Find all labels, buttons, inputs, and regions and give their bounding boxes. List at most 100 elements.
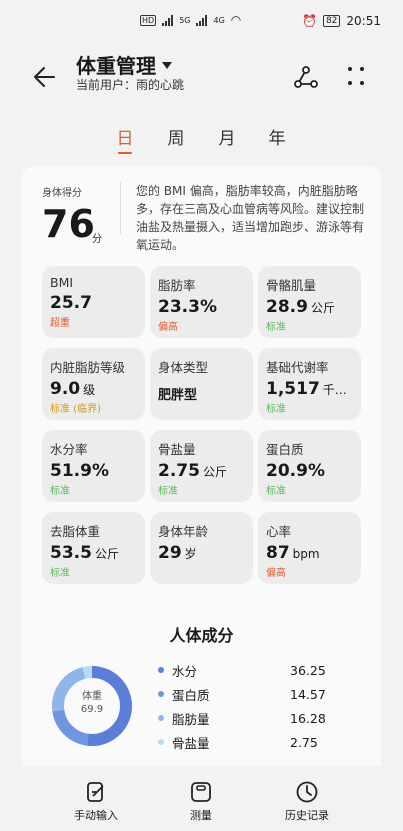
clock-time: 20:51: [346, 14, 381, 28]
metric-card-bmi[interactable]: BMI 25.7 超重: [42, 266, 145, 338]
metric-card-body-age[interactable]: 身体年龄 29 岁: [150, 512, 253, 584]
tab-week-label: 周: [167, 129, 185, 149]
legend-dot: [158, 715, 164, 721]
metric-status: 标准: [50, 568, 70, 579]
current-user: 当前用户：雨的心跳: [76, 78, 185, 92]
metric-card-protein[interactable]: 蛋白质 20.9% 标准: [258, 430, 361, 502]
metric-card-body-type[interactable]: 身体类型 肥胖型: [150, 348, 253, 420]
metric-value: 25.7: [50, 293, 92, 313]
tab-year-label: 年: [268, 129, 286, 149]
legend-name: 水分: [172, 663, 198, 679]
tab-month-label: 月: [218, 129, 236, 149]
metric-status: 标准: [266, 404, 286, 415]
metric-value: 87 bpm: [266, 543, 320, 563]
metric-label: 身体类型: [158, 360, 209, 375]
metric-value: 20.9%: [266, 461, 325, 481]
arrow-left-icon: [34, 67, 55, 87]
status-right: ⏰ 82 20:51: [302, 14, 381, 28]
metric-card-bmr[interactable]: 基础代谢率 1,517 千… 标准: [258, 348, 361, 420]
chevron-down-icon: [162, 62, 172, 69]
metric-value: 53.5 公斤: [50, 543, 119, 563]
legend-name: 蛋白质: [172, 687, 210, 703]
donut-center-title: 体重: [82, 691, 102, 702]
metric-card-visceral-fat[interactable]: 内脏脂肪等级 9.0 级 标准 (临界): [42, 348, 145, 420]
legend-dot: [158, 691, 164, 697]
score-unit: 分: [92, 234, 102, 245]
divider: [120, 182, 121, 234]
metric-status: 标准: [158, 486, 178, 497]
metric-label: 骨骼肌量: [266, 278, 317, 293]
metric-label: 骨盐量: [158, 442, 196, 457]
status-bar: HD 5G 4G ◠ ⏰ 82 20:51: [0, 0, 403, 40]
legend-item: 骨盐量 2.75: [158, 732, 358, 752]
legend-item: 蛋白质 14.57: [158, 684, 358, 704]
legend-dot: [158, 739, 164, 745]
tab-day[interactable]: 日: [110, 124, 140, 154]
metric-label: 内脏脂肪等级: [50, 360, 126, 375]
donut-center-label: 体重 69.9: [50, 690, 134, 716]
more-icon: [348, 67, 364, 85]
legend-name: 脂肪量: [172, 711, 210, 727]
metric-status: 标准 (临界): [50, 404, 101, 415]
metric-value: 29 岁: [158, 543, 197, 563]
legend-item: 脂肪量 16.28: [158, 708, 358, 728]
report-panel: 身体得分 76 分 您的 BMI 偏高，脂肪率较高，内脏脂肪略多，存在三高及心血…: [22, 166, 381, 766]
metric-status: 偏高: [266, 568, 286, 579]
metric-status: 标准: [50, 486, 70, 497]
metric-card-bone-mass[interactable]: 骨盐量 2.75 公斤 标准: [150, 430, 253, 502]
more-button[interactable]: [344, 64, 368, 88]
metric-value: 51.9%: [50, 461, 109, 481]
signal-icon: [162, 14, 174, 26]
metric-value: 2.75 公斤: [158, 461, 227, 481]
clock-icon: [296, 781, 318, 803]
measure-button[interactable]: 测量: [166, 780, 236, 823]
metric-label: 去脂体重: [50, 524, 101, 539]
manual-input-button[interactable]: 手动输入: [61, 780, 131, 823]
page-title-dropdown[interactable]: 体重管理: [76, 50, 172, 79]
tab-indicator: [118, 152, 132, 154]
metric-label: 心率: [266, 524, 292, 539]
back-button[interactable]: [30, 62, 60, 92]
period-tabs: 日 周 月 年: [0, 120, 403, 160]
composition-title: 人体成分: [169, 626, 234, 645]
metric-value: 9.0 级: [50, 379, 96, 399]
metric-label: BMI: [50, 275, 74, 290]
bottom-nav-label: 测量: [190, 809, 212, 822]
metric-card-lean-mass[interactable]: 去脂体重 53.5 公斤 标准: [42, 512, 145, 584]
legend-value: 36.25: [290, 662, 326, 678]
legend-item: 水分 36.25: [158, 660, 358, 680]
edit-icon: [87, 782, 104, 802]
history-button[interactable]: 历史记录: [272, 780, 342, 823]
app-header: 体重管理 当前用户：雨的心跳: [0, 40, 403, 112]
scale-icon: [191, 782, 211, 802]
metric-status: 偏高: [158, 322, 178, 333]
metric-card-water[interactable]: 水分率 51.9% 标准: [42, 430, 145, 502]
page-title: 体重管理: [76, 54, 156, 78]
metric-label: 基础代谢率: [266, 360, 329, 375]
tab-month[interactable]: 月: [212, 124, 242, 149]
tab-day-label: 日: [116, 129, 134, 149]
status-icons: HD 5G 4G ◠: [140, 13, 241, 27]
metric-card-muscle[interactable]: 骨骼肌量 28.9 公斤 标准: [258, 266, 361, 338]
metric-card-heart-rate[interactable]: 心率 87 bpm 偏高: [258, 512, 361, 584]
tab-year[interactable]: 年: [262, 124, 292, 149]
signal-label-1: 5G: [179, 15, 191, 25]
health-advice: 您的 BMI 偏高，脂肪率较高，内脏脂肪略多，存在三高及心血管病等风险。建议控制…: [136, 184, 365, 252]
metric-status: 超重: [50, 318, 70, 329]
metric-value: 23.3%: [158, 297, 217, 317]
metric-card-fat-rate[interactable]: 脂肪率 23.3% 偏高: [150, 266, 253, 338]
sim-icon: HD: [140, 14, 157, 26]
legend-value: 16.28: [290, 710, 326, 726]
metric-value: 1,517 千…: [266, 379, 347, 399]
bottom-nav: 手动输入 测量 历史记录: [0, 772, 403, 831]
metric-value: 肥胖型: [158, 388, 198, 403]
legend-value: 2.75: [290, 734, 318, 750]
bottom-nav-label: 历史记录: [285, 809, 329, 822]
bottom-nav-label: 手动输入: [74, 809, 118, 822]
metric-label: 身体年龄: [158, 524, 209, 539]
legend-dot: [158, 667, 164, 673]
legend-value: 14.57: [290, 686, 326, 702]
share-button[interactable]: [292, 62, 320, 90]
tab-week[interactable]: 周: [161, 124, 191, 149]
score-value: 76: [42, 202, 95, 246]
